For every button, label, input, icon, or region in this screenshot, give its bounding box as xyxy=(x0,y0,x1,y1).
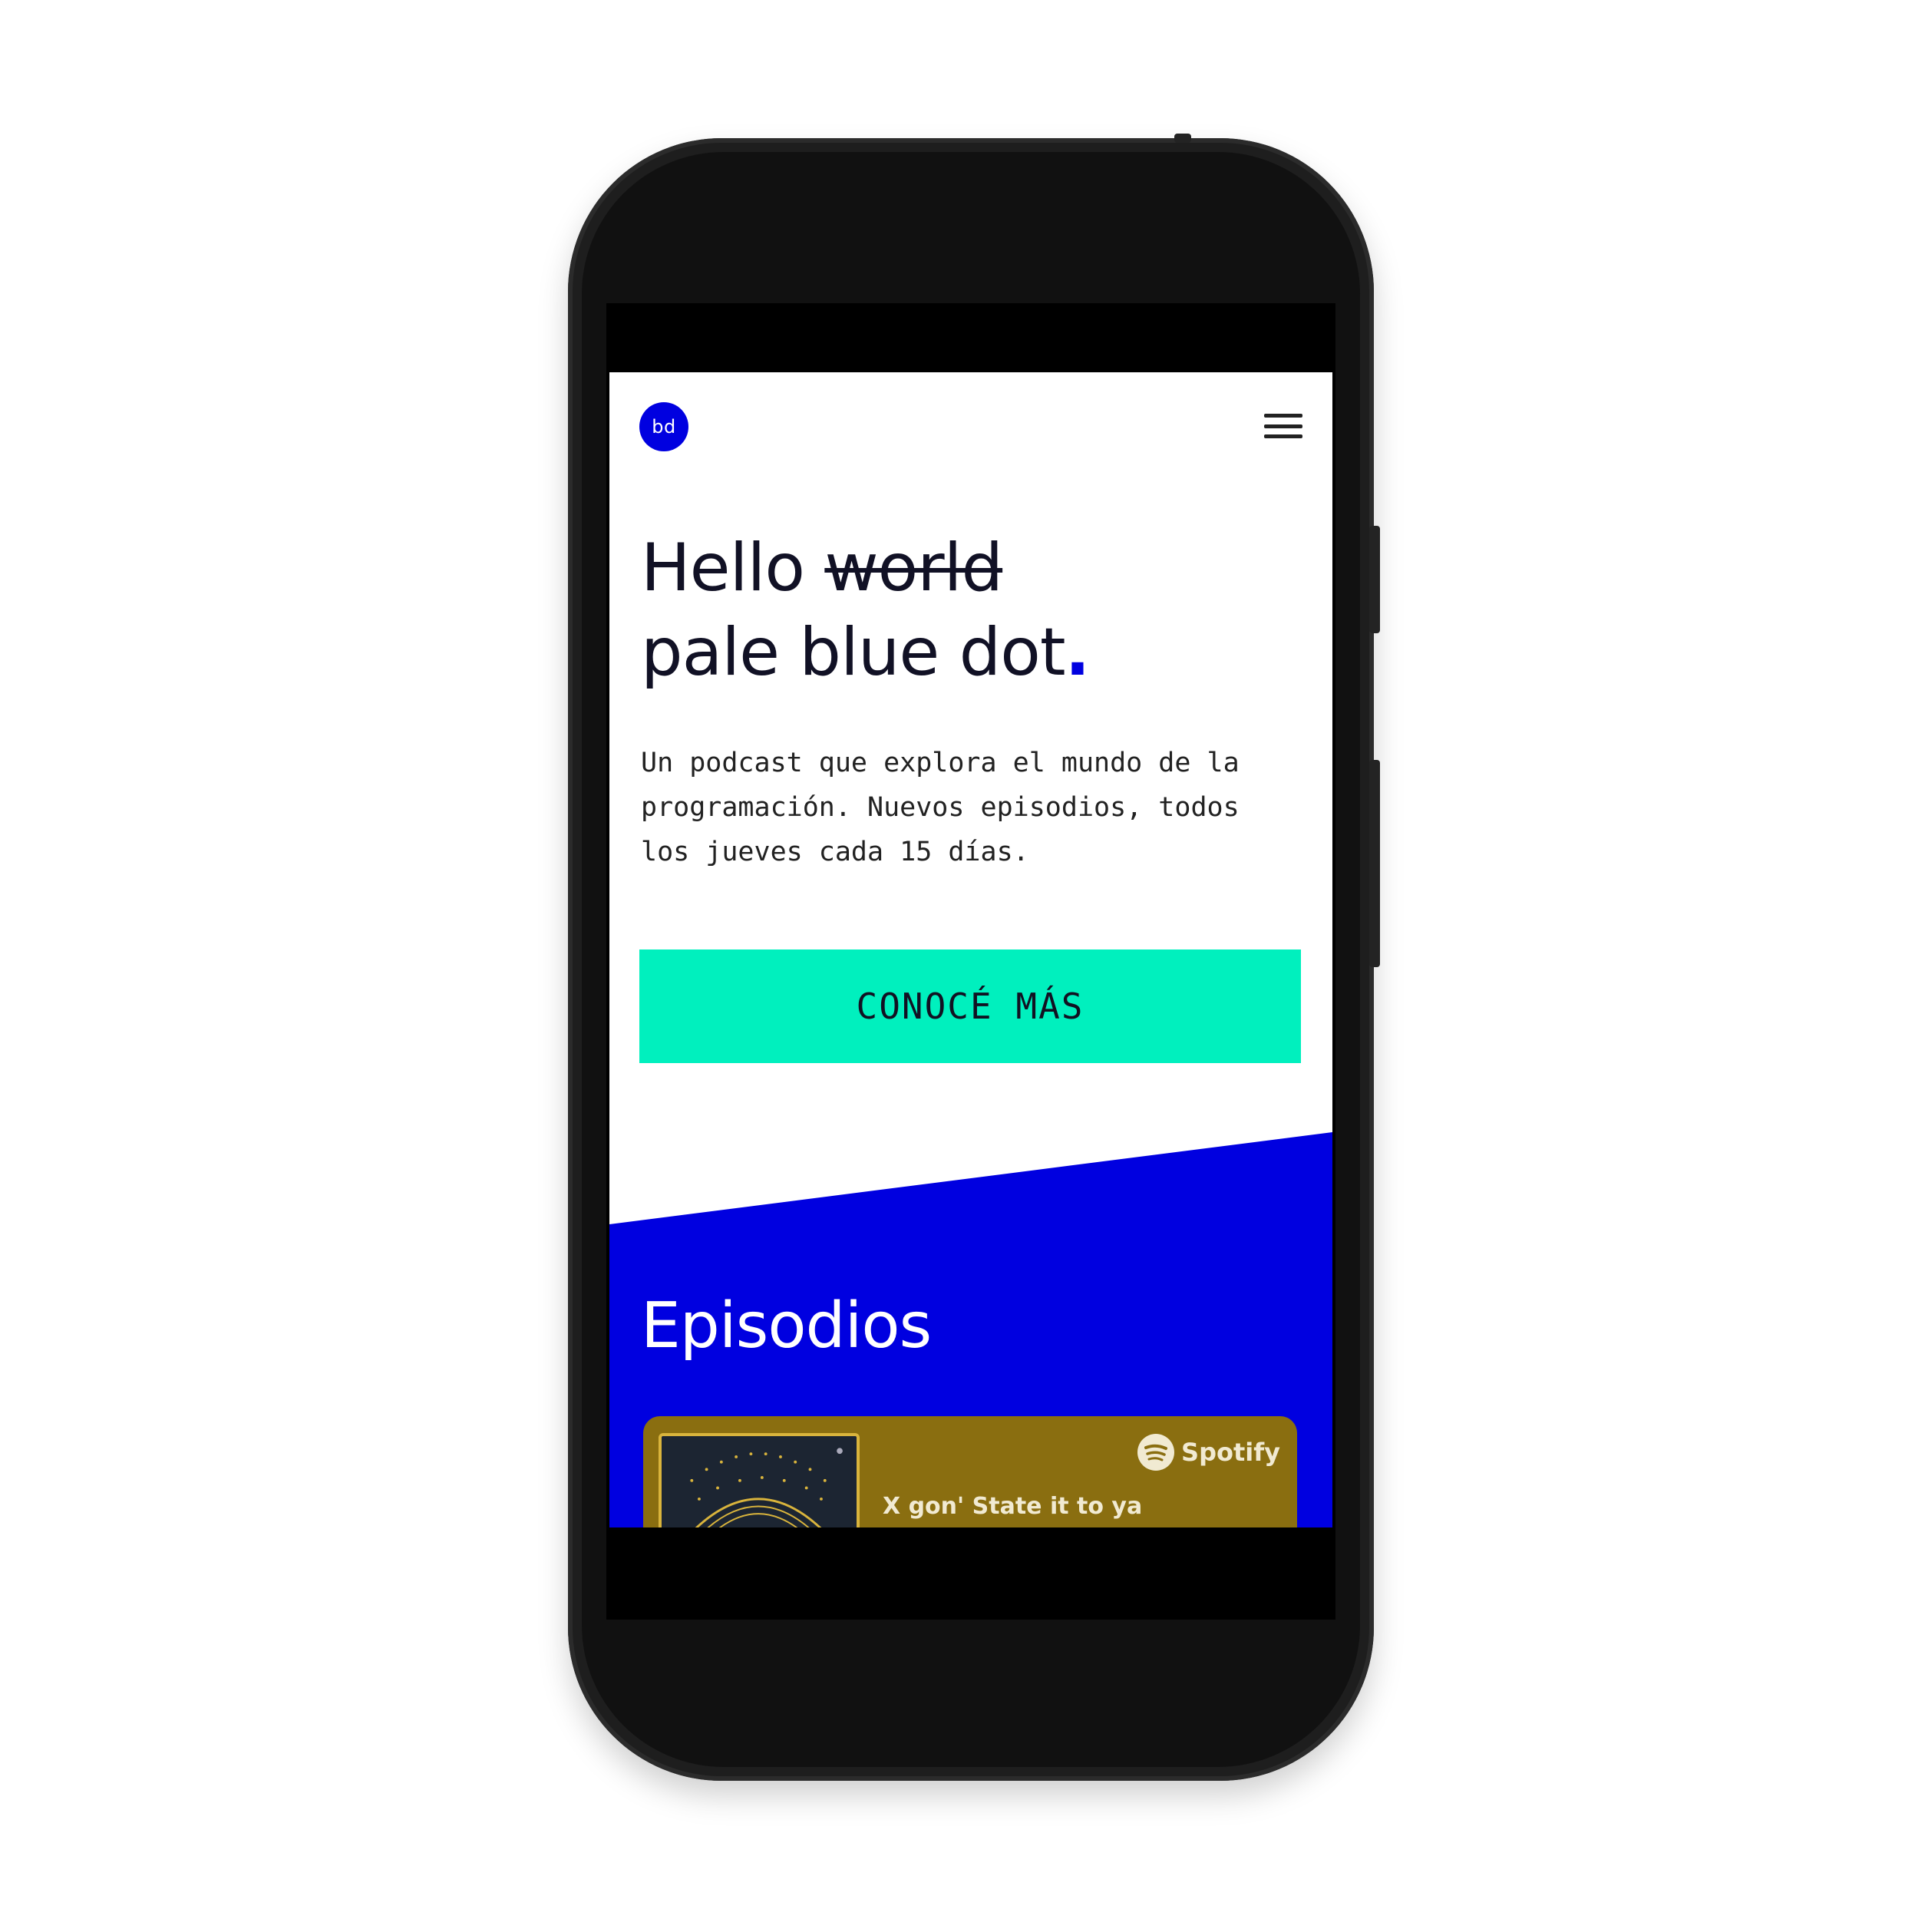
learn-more-button[interactable]: CONOCÉ MÁS xyxy=(639,949,1301,1063)
spotify-logo-icon xyxy=(1137,1434,1175,1471)
hero-title-struck-word: world xyxy=(824,530,1003,606)
spotify-badge[interactable]: Spotify xyxy=(1137,1433,1280,1471)
episodes-heading: Episodios xyxy=(641,1290,932,1362)
spotify-label: Spotify xyxy=(1181,1438,1280,1467)
phone-power-button xyxy=(1369,526,1380,633)
phone-screen: bd Hello world pale blue dot. Un podcast… xyxy=(606,303,1335,1620)
hero-title-word: Hello xyxy=(641,530,805,606)
phone-top-button xyxy=(1174,134,1191,143)
site-logo[interactable]: bd xyxy=(639,402,688,451)
episode-card[interactable]: Spotify X gon' State it to ya xyxy=(643,1416,1297,1527)
menu-line xyxy=(1264,414,1302,418)
menu-line xyxy=(1264,424,1302,428)
hamburger-menu-icon[interactable] xyxy=(1262,411,1305,441)
episode-cover-image xyxy=(659,1433,860,1527)
hero-title-line2: pale blue dot xyxy=(641,614,1066,691)
hero-description: Un podcast que explora el mundo de la pr… xyxy=(641,748,1240,867)
phone-volume-button xyxy=(1369,760,1380,967)
episode-title: X gon' State it to ya xyxy=(883,1493,1143,1520)
site-logo-text: bd xyxy=(652,416,676,438)
web-page: bd Hello world pale blue dot. Un podcast… xyxy=(609,372,1332,1527)
hero-title-dot: . xyxy=(1065,614,1091,691)
phone-frame: bd Hello world pale blue dot. Un podcast… xyxy=(568,134,1380,1781)
menu-line xyxy=(1264,434,1302,438)
hero-title: Hello world pale blue dot. xyxy=(641,526,1301,695)
